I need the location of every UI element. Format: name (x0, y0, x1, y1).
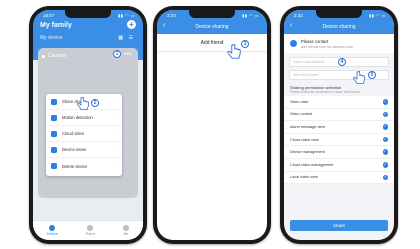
more-options-icon[interactable]: ••• (123, 52, 133, 60)
tap-hand-icon (227, 43, 241, 59)
step-badge: 5 (368, 71, 376, 79)
step-badge: 2 (91, 99, 99, 107)
chevron-right-icon: › (116, 163, 118, 169)
share-icon (51, 98, 57, 105)
checkmark-icon[interactable]: ✓ (382, 111, 388, 118)
permission-list: Video view ✓ Video control ✓ Alarm messa… (284, 96, 394, 185)
phone-notch (65, 10, 111, 18)
phone-notch (189, 10, 235, 18)
phone-add-friend: 2:33 ▮▮ ◠ ▭ ‹ Device sharing Add friend … (153, 6, 271, 244)
camera-label: Camera (48, 53, 66, 59)
section-label: My device (40, 35, 63, 41)
permission-alarm-message-view[interactable]: Alarm message view ✓ (284, 121, 394, 134)
tutorial-stage: 18:47 ▮▮ ◠ ▭ My family + My device ▦ ☰ C… (0, 0, 420, 249)
permission-label: Video control (290, 112, 313, 117)
permission-label: Device management (290, 150, 325, 155)
status-icons: ▮▮ ◠ ▭ (369, 13, 386, 18)
checkmark-icon[interactable]: ✓ (382, 136, 388, 143)
contact-subtitle: Add friends from the address book (301, 44, 353, 49)
online-dot-icon (42, 54, 45, 58)
phone-screen: 2:33 ▮▮ ◠ ▭ ‹ Device sharing Add friend … (157, 10, 267, 240)
status-icons: ▮▮ ◠ ▭ (242, 13, 259, 18)
contact-text: Please contact Add friends from the addr… (301, 39, 353, 49)
tab-event[interactable]: Event (86, 225, 95, 236)
menu-item-cloud-video[interactable]: Cloud video › (46, 126, 122, 142)
contact-icon (290, 40, 297, 47)
menu-item-label: Cloud video (62, 131, 85, 136)
phone-device-list: 18:47 ▮▮ ◠ ▭ My family + My device ▦ ☰ C… (29, 6, 147, 244)
permission-label: Cloud video management (290, 162, 334, 167)
phone-device-sharing: 2:33 ▮▮ ◠ ▭ ‹ Device sharing Please cont… (280, 6, 398, 244)
page-title: My family (40, 22, 72, 29)
view-mode-icons[interactable]: ▦ ☰ (118, 35, 135, 41)
phone-screen: 18:47 ▮▮ ◠ ▭ My family + My device ▦ ☰ C… (33, 10, 143, 240)
tap-hand-icon (77, 96, 89, 110)
add-friend-button[interactable]: Add friend (157, 34, 267, 52)
menu-item-delete-device[interactable]: Delete device › (46, 158, 122, 174)
checkmark-icon[interactable]: ✓ (382, 99, 388, 105)
chevron-right-icon: › (116, 147, 118, 152)
add-device-button[interactable]: + (127, 20, 136, 29)
permission-video-control[interactable]: Video control ✓ (284, 109, 394, 122)
bottom-tab-bar: Device Event Me (33, 220, 143, 240)
trash-icon (51, 163, 57, 169)
menu-item-label: Motion detection (62, 115, 93, 120)
checkmark-icon[interactable]: ✓ (382, 162, 388, 168)
permission-device-management[interactable]: Device management ✓ (284, 146, 394, 159)
cloud-icon (51, 130, 57, 137)
menu-item-label: Delete device (62, 163, 88, 169)
permission-label: Local video view (290, 175, 318, 180)
status-time: 18:47 (43, 13, 55, 18)
menu-item-motion-detection[interactable]: Motion detection › (46, 110, 122, 126)
tab-me[interactable]: Me (122, 225, 129, 236)
status-icons: ▮▮ ◠ ▭ (118, 13, 135, 18)
permission-cloud-video-management[interactable]: Cloud video management ✓ (284, 159, 394, 172)
status-time: 2:33 (167, 13, 176, 18)
device-tab-icon (49, 225, 56, 231)
permission-label: Alarm message view (290, 124, 326, 129)
menu-item-device-name[interactable]: Device name › (46, 142, 122, 158)
page-title: Device sharing (322, 24, 356, 30)
phone-screen: 2:33 ▮▮ ◠ ▭ ‹ Device sharing Please cont… (284, 10, 394, 240)
menu-item-label: Device name (62, 147, 87, 152)
step-badge: 4 (338, 58, 346, 66)
tab-device[interactable]: Device (47, 225, 58, 236)
share-button[interactable]: Share (290, 220, 388, 231)
tab-label: Me (123, 232, 129, 236)
status-time: 2:33 (294, 13, 303, 18)
checkmark-icon[interactable]: ✓ (382, 174, 388, 181)
permission-cloud-video-view[interactable]: Cloud video view ✓ (284, 134, 394, 147)
edit-icon (51, 146, 57, 153)
permission-section-subtitle: Please select the permission to share wi… (290, 90, 360, 94)
phone-notch (316, 10, 362, 18)
checkmark-icon[interactable]: ✓ (382, 124, 388, 130)
tab-label: Device (47, 232, 58, 236)
event-tab-icon (87, 225, 94, 231)
motion-icon (51, 114, 57, 121)
permission-label: Cloud video view (290, 137, 319, 142)
tap-hand-icon (353, 70, 365, 84)
permission-video-view[interactable]: Video view ✓ (284, 96, 394, 109)
chevron-right-icon: › (116, 131, 118, 136)
me-tab-icon (122, 225, 129, 231)
tab-label: Event (85, 232, 95, 236)
chevron-right-icon: › (116, 115, 118, 120)
checkmark-icon[interactable]: ✓ (382, 149, 388, 155)
chevron-right-icon: › (116, 99, 118, 104)
step-badge: 1 (113, 50, 121, 58)
page-title: Device sharing (195, 24, 229, 30)
permission-label: Video view (290, 99, 309, 104)
permission-local-video-view[interactable]: Local video view ✓ (284, 172, 394, 185)
contact-title: Please contact (301, 38, 329, 44)
contact-row[interactable]: Please contact Add friends from the addr… (284, 34, 394, 53)
